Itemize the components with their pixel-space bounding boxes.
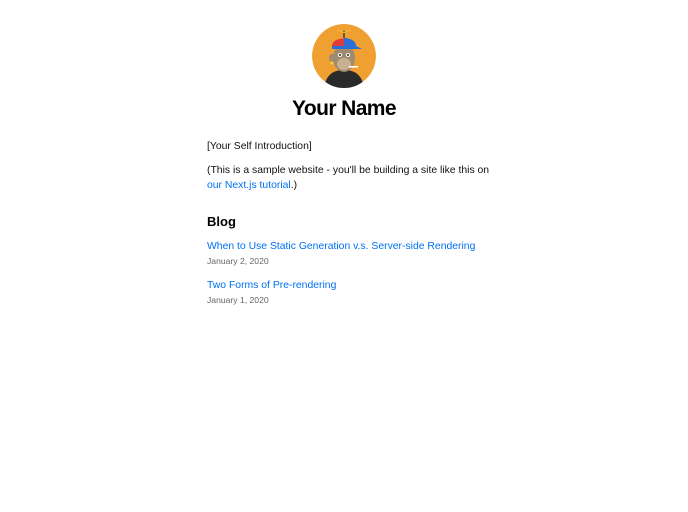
- page: Your Name [Your Self Introduction] (This…: [0, 0, 688, 512]
- sample-notice-text: (This is a sample website - you'll be bu…: [207, 165, 490, 176]
- profile-avatar-icon: [312, 24, 376, 88]
- site-header: Your Name: [0, 24, 688, 122]
- blog-post-list: When to Use Static Generation v.s. Serve…: [207, 239, 497, 308]
- self-introduction: [Your Self Introduction]: [207, 141, 312, 152]
- avatar-illustration: [312, 24, 376, 88]
- site-title: Your Name: [292, 97, 397, 120]
- list-item: Two Forms of Pre-rendering January 1, 20…: [207, 278, 497, 308]
- post-date: January 2, 2020: [207, 256, 269, 266]
- blog-post-link[interactable]: When to Use Static Generation v.s. Serve…: [207, 239, 497, 254]
- blog-post-link[interactable]: Two Forms of Pre-rendering: [207, 278, 497, 293]
- main-content: [Your Self Introduction] (This is a samp…: [207, 139, 497, 317]
- sample-notice: (This is a sample website - you'll be bu…: [207, 163, 497, 193]
- sample-notice-text-end: .): [290, 180, 298, 191]
- nextjs-tutorial-link[interactable]: our Next.js tutorial: [207, 180, 291, 191]
- list-item: When to Use Static Generation v.s. Serve…: [207, 239, 497, 269]
- post-date: January 1, 2020: [207, 295, 269, 305]
- blog-heading: Blog: [207, 214, 236, 229]
